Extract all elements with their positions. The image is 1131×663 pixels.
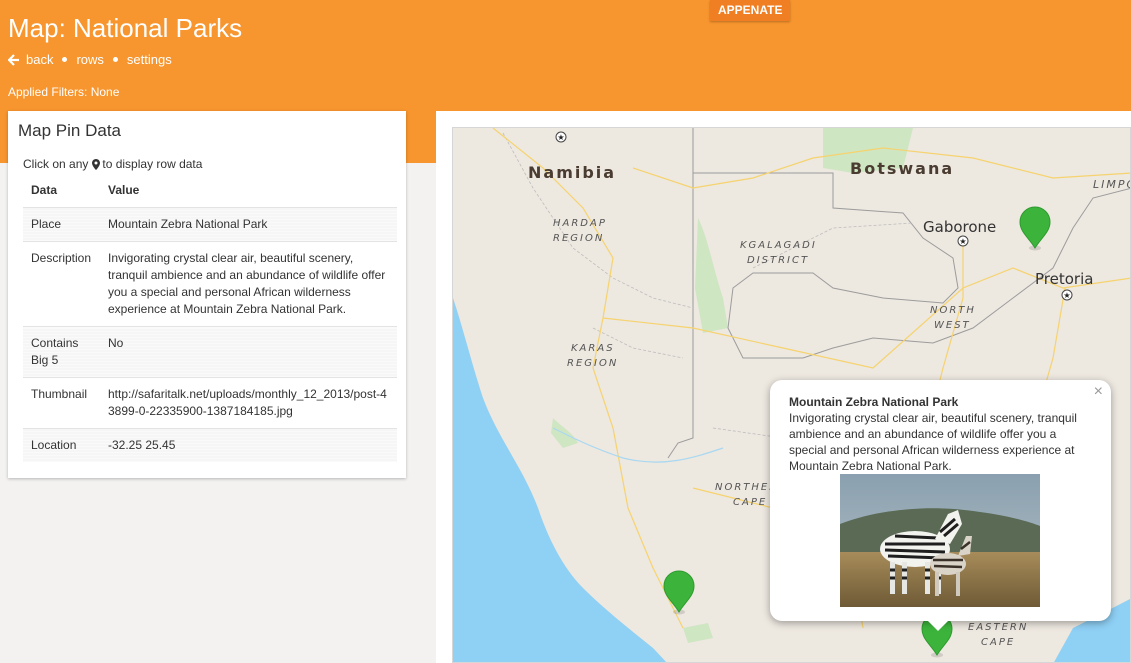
map-label-gaborone: Gaborone bbox=[923, 218, 996, 236]
row-value: Mountain Zebra National Park bbox=[100, 207, 397, 242]
rows-link[interactable]: rows bbox=[76, 52, 103, 67]
table-row: Place Mountain Zebra National Park bbox=[23, 207, 397, 242]
map-label-botswana: Botswana bbox=[850, 159, 954, 178]
row-key: Location bbox=[23, 428, 100, 462]
map-label-kgalagadi-2: DISTRICT bbox=[747, 255, 809, 266]
svg-text:★: ★ bbox=[959, 237, 966, 246]
zebra-thumbnail-image bbox=[840, 474, 1040, 607]
table-row: Description Invigorating crystal clear a… bbox=[23, 241, 397, 327]
map-label-northern-cape: NORTHER bbox=[715, 482, 778, 493]
column-header-value: Value bbox=[108, 183, 140, 197]
map-label-eastern-cape: EASTERN bbox=[968, 622, 1028, 633]
panel-title: Map Pin Data bbox=[18, 121, 121, 140]
appenate-brand-button[interactable]: APPENATE bbox=[710, 0, 791, 21]
nav-separator-dot bbox=[62, 57, 68, 62]
map-label-hardap: HARDAP bbox=[553, 218, 607, 229]
map-label-karas: KARAS bbox=[571, 343, 615, 354]
row-value: -32.25 25.45 bbox=[100, 428, 397, 462]
table-row: Thumbnail http://safaritalk.net/uploads/… bbox=[23, 377, 397, 429]
table-header-row: Data Value bbox=[23, 174, 397, 208]
close-icon[interactable]: × bbox=[1094, 383, 1103, 401]
map-label-namibia: Namibia bbox=[528, 163, 616, 182]
capital-star-icon: ★ bbox=[555, 131, 567, 143]
row-key: Contains Big 5 bbox=[23, 326, 100, 378]
map-label-northwest: NORTH bbox=[930, 305, 976, 316]
map-label-northwest-2: WEST bbox=[934, 320, 971, 331]
map-label-limpopo: LIMPO bbox=[1093, 178, 1131, 191]
hint-text-start: Click on any bbox=[23, 157, 89, 171]
breadcrumb-nav: back rows settings bbox=[8, 52, 172, 67]
row-value: http://safaritalk.net/uploads/monthly_12… bbox=[100, 377, 397, 429]
table-row: Location -32.25 25.45 bbox=[23, 428, 397, 462]
row-key: Thumbnail bbox=[23, 377, 100, 429]
page-title: Map: National Parks bbox=[8, 13, 243, 43]
map-label-northern-cape-2: CAPE bbox=[733, 497, 767, 508]
arrow-left-icon[interactable] bbox=[8, 53, 20, 66]
back-link[interactable]: back bbox=[26, 52, 53, 67]
map-label-kgalagadi: KGALAGADI bbox=[740, 240, 817, 251]
map-pin-data-panel: Map Pin Data Click on any to display row… bbox=[8, 111, 406, 478]
row-key: Place bbox=[23, 207, 100, 242]
map-label-hardap-2: REGION bbox=[553, 233, 604, 244]
map-label-karas-2: REGION bbox=[567, 358, 618, 369]
map-marker-icon bbox=[92, 158, 101, 170]
settings-link[interactable]: settings bbox=[127, 52, 172, 67]
map-pin-popup: × Mountain Zebra National Park Invigorat… bbox=[770, 380, 1111, 631]
nav-separator-dot bbox=[112, 57, 118, 62]
popup-description: Invigorating crystal clear air, beautifu… bbox=[789, 411, 1077, 473]
applied-filters-label: Applied Filters: None bbox=[8, 85, 120, 99]
svg-text:★: ★ bbox=[1063, 291, 1070, 300]
table-row: Contains Big 5 No bbox=[23, 326, 397, 378]
capital-star-icon: ★ bbox=[957, 235, 969, 247]
popup-title: Mountain Zebra National Park bbox=[789, 395, 959, 409]
map-label-eastern-cape-2: CAPE bbox=[981, 637, 1015, 648]
capital-star-icon: ★ bbox=[1061, 289, 1073, 301]
pin-data-table: Data Value Place Mountain Zebra National… bbox=[23, 174, 397, 462]
column-header-data: Data bbox=[31, 183, 58, 197]
row-key: Description bbox=[23, 241, 100, 327]
row-value: Invigorating crystal clear air, beautifu… bbox=[100, 241, 397, 327]
svg-text:★: ★ bbox=[557, 133, 564, 142]
hint-text-end: to display row data bbox=[102, 157, 203, 171]
map-label-pretoria: Pretoria bbox=[1035, 270, 1093, 288]
panel-hint: Click on any to display row data bbox=[23, 157, 202, 171]
row-value: No bbox=[100, 326, 397, 378]
